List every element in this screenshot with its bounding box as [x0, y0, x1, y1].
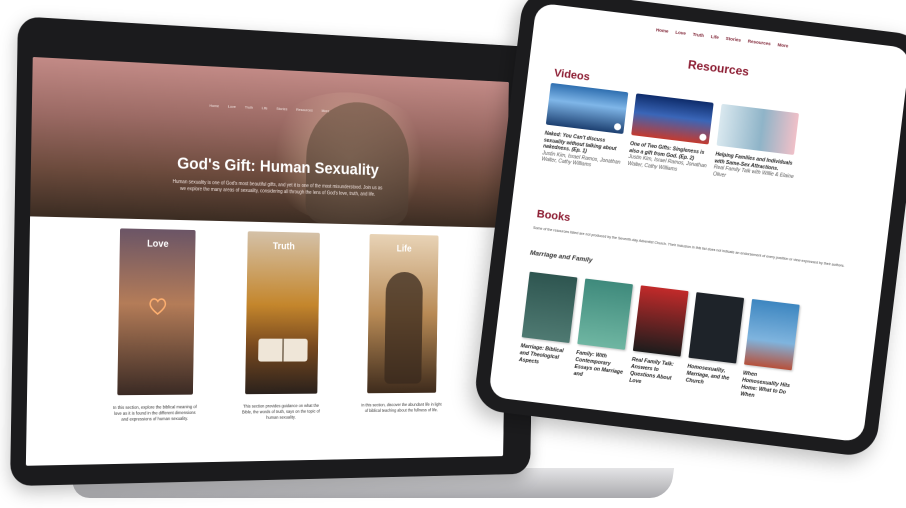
heart-icon: [148, 297, 167, 315]
nav-love[interactable]: Love: [675, 30, 686, 36]
nav-resources[interactable]: Resources: [296, 107, 313, 112]
nav-more[interactable]: More: [777, 42, 788, 48]
card-description: In this section, discover the abundant l…: [361, 401, 442, 413]
book-title[interactable]: Marriage: Biblical and Theological Aspec…: [518, 343, 572, 370]
videos-heading: Videos: [553, 67, 591, 84]
nav-love[interactable]: Love: [228, 104, 236, 109]
bible-image: [258, 338, 308, 362]
book-cover[interactable]: [688, 292, 745, 364]
book-cover[interactable]: [521, 271, 578, 344]
tablet-screen: Home Love Truth Life Stories Resources M…: [488, 2, 906, 443]
nav-stories[interactable]: Stories: [725, 36, 741, 43]
card-title: Life: [396, 243, 412, 255]
nav-more[interactable]: More: [321, 108, 329, 113]
card-title: Love: [146, 238, 169, 250]
book-cover[interactable]: [632, 285, 689, 357]
nav-stories[interactable]: Stories: [276, 106, 287, 111]
book-title[interactable]: Homosexuality, Marriage, and the Church: [685, 364, 739, 391]
card-description: This section provides guidance on what t…: [241, 403, 320, 420]
nav-resources[interactable]: Resources: [748, 39, 771, 47]
book-title[interactable]: Real Family Talk: Answers to Questions A…: [629, 357, 684, 391]
video-thumbnail[interactable]: [545, 82, 629, 135]
video-thumbnail[interactable]: [631, 93, 714, 145]
video-caption: One of Two Gifts: Singleness is also a g…: [627, 141, 712, 177]
card-love[interactable]: Love: [117, 228, 196, 396]
nav-home[interactable]: Home: [209, 103, 219, 108]
nav-truth[interactable]: Truth: [245, 105, 253, 110]
hero-banner: Home Love Truth Life Stories Resources M…: [30, 56, 509, 228]
nav-life[interactable]: Life: [262, 105, 268, 110]
video-caption: Naked: You Can't discuss sexuality witho…: [541, 130, 626, 172]
nav-truth[interactable]: Truth: [692, 32, 704, 38]
video-thumbnail[interactable]: [716, 103, 800, 156]
tablet: Home Love Truth Life Stories Resources M…: [472, 0, 906, 459]
card-truth[interactable]: Truth: [245, 231, 320, 395]
video-caption: Helping Families and Individuals with Sa…: [713, 151, 798, 187]
play-icon: [613, 122, 622, 131]
book-title[interactable]: When Homosexuality Hits Home: What to Do…: [740, 370, 795, 404]
couple-image: [384, 271, 424, 384]
mockup-scene: Home Love Truth Life Stories Resources M…: [0, 0, 906, 508]
books-disclaimer: Some of the resources listed are not pro…: [532, 225, 845, 268]
card-description: In this section, explore the biblical me…: [112, 404, 197, 422]
card-title: Truth: [272, 241, 295, 253]
category-heading: Marriage and Family: [529, 249, 593, 265]
book-cover[interactable]: [744, 298, 800, 371]
play-icon: [699, 133, 707, 142]
section-cards: Love In this section, explore the biblic…: [26, 226, 507, 465]
card-life[interactable]: Life: [367, 233, 439, 394]
laptop-screen: Home Love Truth Life Stories Resources M…: [25, 56, 509, 466]
book-cover[interactable]: [577, 278, 633, 350]
books-heading: Books: [536, 208, 571, 225]
book-title[interactable]: Family: With Contemporary Essays on Marr…: [573, 350, 628, 384]
laptop: Home Love Truth Life Stories Resources M…: [10, 16, 537, 487]
nav-life[interactable]: Life: [711, 34, 720, 40]
nav-home[interactable]: Home: [656, 27, 669, 33]
